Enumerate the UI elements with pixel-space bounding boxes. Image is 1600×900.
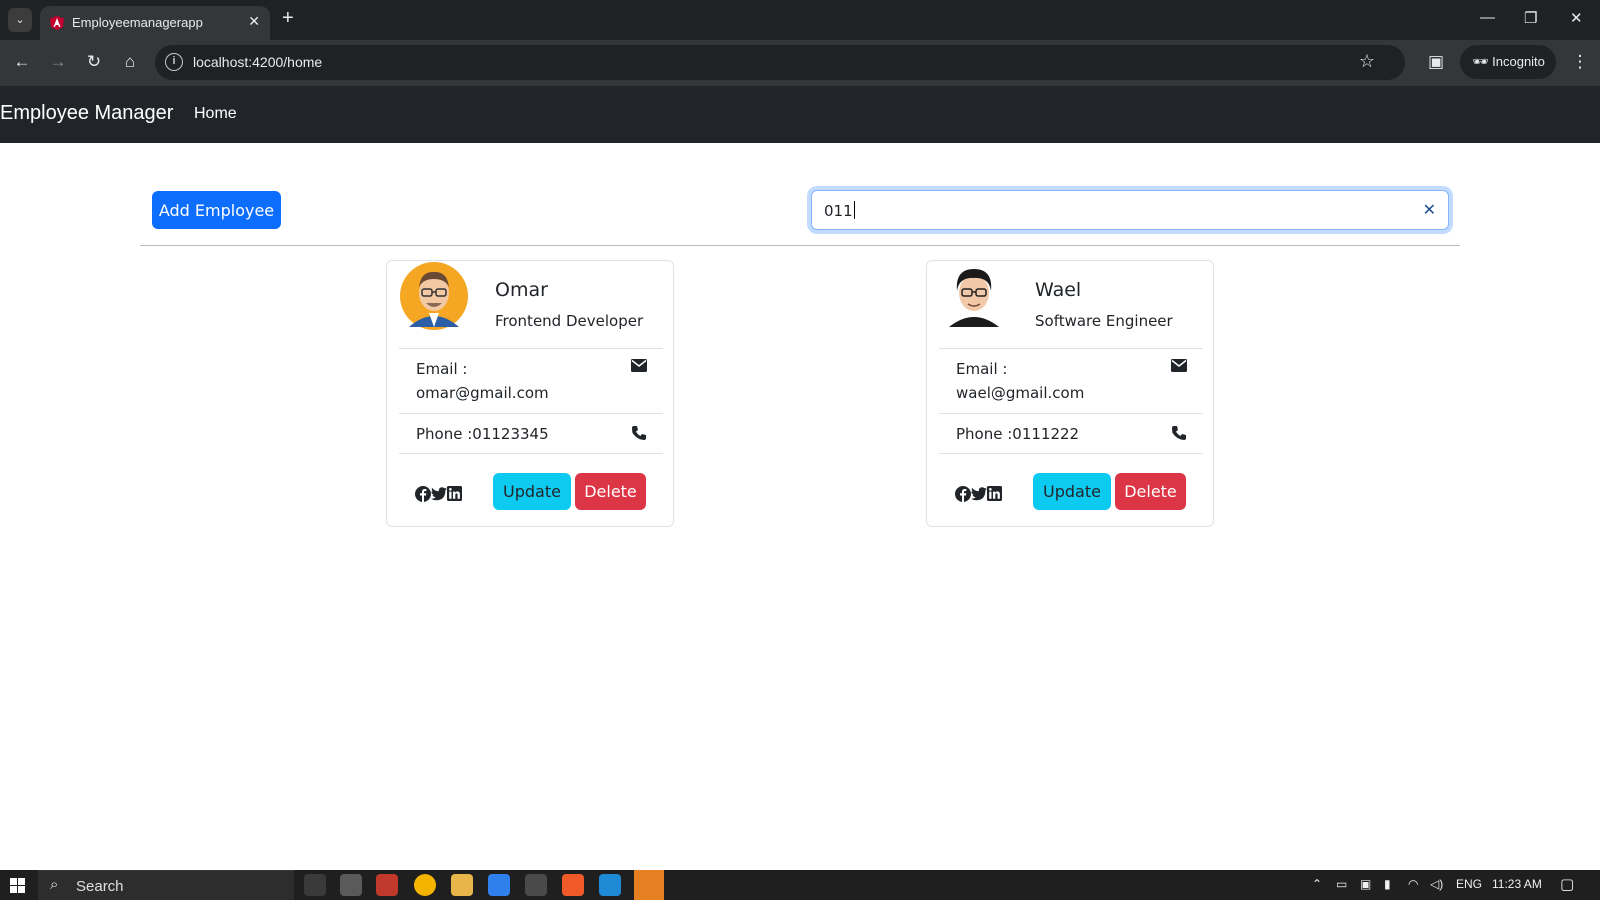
side-panel-icon[interactable]: ▣	[1424, 50, 1448, 74]
restore-icon[interactable]: ❐	[1524, 9, 1537, 27]
os-taskbar: ⌕ Search ⌃ ▭ ▣ ▮ ◠ ◁) ENG 11:23 AM ▢	[0, 870, 1600, 900]
linkedin-icon[interactable]	[447, 486, 462, 502]
settings-icon[interactable]	[634, 870, 664, 900]
incognito-icon: 🕶	[1472, 54, 1489, 69]
avatar	[400, 262, 468, 330]
phone-icon	[632, 426, 646, 440]
new-tab-icon[interactable]: +	[282, 7, 294, 30]
employee-email: wael@gmail.com	[956, 384, 1085, 402]
app-navbar: Employee Manager Home	[0, 86, 1600, 143]
notifications-icon[interactable]: ▢	[1560, 875, 1574, 893]
social-links	[955, 485, 1002, 503]
tray-icon[interactable]: ▣	[1360, 877, 1371, 891]
employee-email: omar@gmail.com	[416, 384, 549, 402]
browser-toolbar: ← → ↻ ⌂ i localhost:4200/home ☆ ▣ 🕶 Inco…	[0, 40, 1600, 86]
task-view-icon[interactable]	[304, 874, 326, 896]
card-divider	[939, 453, 1203, 454]
browser-menu-icon[interactable]: ⋮	[1568, 50, 1592, 74]
search-input[interactable]: 011 ✕	[811, 190, 1449, 230]
tab-close-icon[interactable]: ✕	[248, 13, 260, 30]
terminal-icon[interactable]	[525, 874, 547, 896]
update-button[interactable]: Update	[1033, 473, 1111, 510]
chrome-icon[interactable]	[414, 874, 436, 896]
language-indicator[interactable]: ENG	[1456, 877, 1482, 891]
site-info-icon[interactable]: i	[165, 53, 183, 71]
search-icon: ⌕	[50, 876, 59, 893]
twitter-icon[interactable]	[431, 486, 447, 501]
facebook-icon[interactable]	[415, 485, 431, 502]
address-bar[interactable]: i localhost:4200/home ☆	[155, 45, 1405, 80]
wifi-icon[interactable]: ◠	[1408, 877, 1418, 891]
clock[interactable]: 11:23 AM	[1492, 877, 1542, 891]
nav-home-link[interactable]: Home	[194, 105, 237, 123]
incognito-badge[interactable]: 🕶 Incognito	[1460, 45, 1556, 79]
bookmark-star-icon[interactable]: ☆	[1359, 51, 1375, 72]
app-icon[interactable]	[340, 874, 362, 896]
employee-card: Wael Software Engineer Email : wael@gmai…	[926, 260, 1214, 527]
app-icon[interactable]	[488, 874, 510, 896]
close-window-icon[interactable]: ✕	[1570, 9, 1583, 27]
card-divider	[399, 453, 663, 454]
taskbar-search-box[interactable]: ⌕ Search	[38, 870, 294, 900]
minimize-icon[interactable]: —	[1480, 9, 1495, 26]
url-text[interactable]: localhost:4200/home	[193, 54, 322, 70]
clear-search-icon[interactable]: ✕	[1423, 200, 1436, 220]
vscode-icon[interactable]	[599, 874, 621, 896]
back-icon[interactable]: ←	[10, 50, 34, 74]
angular-favicon-icon	[50, 16, 64, 30]
reload-icon[interactable]: ↻	[82, 50, 106, 74]
card-divider	[939, 348, 1203, 349]
app-icon[interactable]	[376, 874, 398, 896]
update-button[interactable]: Update	[493, 473, 571, 510]
home-icon[interactable]: ⌂	[118, 50, 142, 74]
employee-phone: Phone :0111222	[956, 425, 1080, 443]
tray-icon[interactable]: ▭	[1336, 877, 1347, 891]
envelope-icon	[1171, 359, 1187, 372]
card-divider	[939, 413, 1203, 414]
battery-icon[interactable]: ▮	[1384, 877, 1391, 891]
employee-job-title: Software Engineer	[1035, 312, 1173, 330]
forward-icon[interactable]: →	[46, 50, 70, 74]
tab-title: Employeemanagerapp	[72, 15, 203, 30]
search-value[interactable]: 011	[824, 201, 855, 220]
employee-job-title: Frontend Developer	[495, 312, 644, 330]
incognito-label: Incognito	[1492, 54, 1545, 69]
phone-icon	[1172, 426, 1186, 440]
windows-start-icon[interactable]	[10, 878, 25, 893]
social-links	[415, 485, 462, 503]
divider	[140, 245, 1460, 246]
tray-overflow-icon[interactable]: ⌃	[1312, 877, 1322, 891]
delete-button[interactable]: Delete	[1115, 473, 1186, 510]
linkedin-icon[interactable]	[987, 486, 1002, 502]
employee-name: Wael	[1035, 279, 1082, 301]
tab-search-chevron-icon[interactable]: ⌄	[8, 8, 32, 32]
email-label: Email :	[956, 360, 1008, 378]
add-employee-button[interactable]: Add Employee	[152, 191, 281, 229]
twitter-icon[interactable]	[971, 486, 987, 501]
taskbar-search-label: Search	[76, 878, 124, 895]
brand-title[interactable]: Employee Manager	[0, 102, 173, 125]
employee-phone: Phone :01123345	[416, 425, 549, 443]
browser-tab[interactable]: Employeemanagerapp ✕	[40, 6, 270, 40]
card-divider	[399, 413, 663, 414]
facebook-icon[interactable]	[955, 485, 971, 502]
employee-card: Omar Frontend Developer Email : omar@gma…	[386, 260, 674, 527]
email-label: Email :	[416, 360, 468, 378]
file-explorer-icon[interactable]	[451, 874, 473, 896]
employee-name: Omar	[495, 279, 548, 301]
avatar	[940, 262, 1008, 330]
envelope-icon	[631, 359, 647, 372]
volume-icon[interactable]: ◁)	[1430, 877, 1443, 891]
card-divider	[399, 348, 663, 349]
delete-button[interactable]: Delete	[575, 473, 646, 510]
xampp-icon[interactable]	[562, 874, 584, 896]
browser-tabstrip: ⌄ Employeemanagerapp ✕ + — ❐ ✕	[0, 0, 1600, 40]
